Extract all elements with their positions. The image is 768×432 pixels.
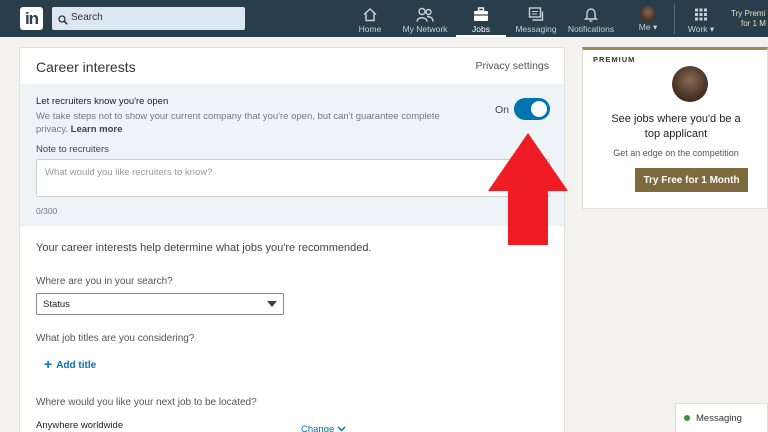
nav-divider: [674, 4, 675, 34]
search-placeholder: Search: [71, 12, 103, 23]
location-value: Anywhere worldwide: [36, 420, 124, 431]
note-to-recruiters-input[interactable]: What would you like recruiters to know?: [36, 159, 550, 197]
privacy-settings-link[interactable]: Privacy settings: [475, 60, 549, 72]
intro-text: Your career interests help determine wha…: [36, 242, 372, 254]
avatar: [640, 6, 656, 22]
linkedin-logo[interactable]: in: [20, 7, 43, 30]
online-status-dot: [684, 415, 690, 421]
recruiter-description: We take steps not to show your current c…: [36, 111, 440, 135]
messaging-bar[interactable]: Messaging: [675, 403, 768, 432]
grid-icon: [695, 8, 707, 21]
job-titles-question: What job titles are you considering?: [36, 333, 195, 344]
page-title: Career interests: [36, 59, 136, 75]
learn-more-link[interactable]: Learn more: [71, 124, 123, 135]
location-question: Where would you like your next job to be…: [36, 397, 257, 408]
recruiter-title: Let recruiters know you're open: [36, 96, 169, 107]
toggle-label: On: [495, 104, 510, 116]
nav-jobs[interactable]: Jobs: [456, 3, 506, 37]
status-select[interactable]: Status: [36, 293, 284, 315]
status-value: Status: [43, 299, 70, 310]
nav-me[interactable]: Me ▾: [634, 3, 662, 37]
jobs-icon: [474, 7, 488, 21]
nav-notifications[interactable]: Notifications: [565, 3, 617, 37]
premium-ad-card: PREMIUM See jobs where you'd be a top ap…: [582, 47, 768, 209]
red-arrow-annotation: [488, 133, 568, 245]
nav-my-network[interactable]: My Network: [400, 3, 450, 37]
network-icon: [416, 7, 434, 22]
plus-icon: +: [44, 356, 53, 372]
premium-headline: See jobs where you'd be a top applicant: [611, 113, 741, 140]
premium-label: PREMIUM: [593, 55, 636, 64]
search-icon: [58, 12, 68, 30]
chevron-down-icon: [337, 426, 346, 432]
add-title-button[interactable]: + Add title: [44, 356, 96, 372]
messaging-label: Messaging: [696, 413, 742, 424]
bell-icon: [583, 8, 599, 22]
recruiter-section: Let recruiters know you're open We take …: [20, 84, 564, 226]
toggle-knob: [531, 101, 547, 117]
top-nav-bar: in Search Home My Network Jobs Messaging…: [0, 0, 768, 37]
note-label: Note to recruiters: [36, 144, 109, 155]
premium-avatar: [672, 66, 708, 102]
try-free-button[interactable]: Try Free for 1 Month: [635, 168, 748, 192]
messaging-icon: [528, 7, 544, 21]
nav-work[interactable]: Work ▾: [684, 3, 718, 37]
premium-subtext: Get an edge on the competition: [613, 148, 739, 158]
nav-home[interactable]: Home: [356, 3, 384, 37]
home-icon: [363, 7, 377, 22]
open-to-recruiters-toggle[interactable]: [514, 98, 550, 120]
search-bar[interactable]: Search: [52, 7, 245, 30]
nav-messaging[interactable]: Messaging: [514, 3, 558, 37]
career-interests-card: Career interests Privacy settings Let re…: [19, 47, 565, 432]
note-char-count: 0/300: [36, 206, 58, 216]
change-location-button[interactable]: Change: [301, 424, 346, 432]
try-premium-link[interactable]: Try Premi for 1 M: [731, 9, 766, 29]
caret-down-icon: [267, 301, 277, 307]
search-status-question: Where are you in your search?: [36, 276, 173, 287]
